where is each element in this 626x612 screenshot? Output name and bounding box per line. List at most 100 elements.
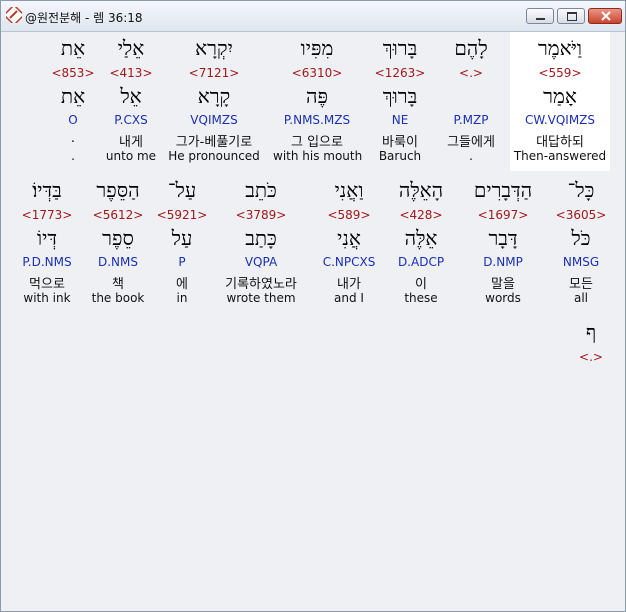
word-cell[interactable]: בָּרוּךְ <1263> בָּרוּךְ NE 바룩이 Baruch (365, 32, 435, 171)
strong-number[interactable]: <.> (436, 66, 506, 80)
parsing-code: NE (391, 113, 409, 127)
strong-number[interactable]: <1697> (461, 208, 545, 222)
english-gloss: all (573, 291, 589, 305)
hebrew-word: הַסֵּפֶר (96, 178, 140, 202)
parsing-code: NMSG (562, 255, 600, 269)
hebrew-word: אֵת (60, 36, 86, 60)
parsing-code: P.CXS (114, 113, 148, 127)
strong-number[interactable]: <3789> (211, 208, 311, 222)
lemma: עַל (171, 226, 193, 250)
korean-gloss: 말을 (491, 277, 515, 292)
lemma: אֵל (120, 84, 142, 108)
strong-number[interactable]: <6310> (273, 66, 361, 80)
word-cell[interactable]: מִפִּיו <6310> פֶּה P.NMS.MZS 그 입으로 with… (273, 32, 363, 171)
word-cell[interactable]: אֵלַי <413> אֵל P.CXS 내게 unto me (103, 32, 159, 171)
word-cell[interactable]: ף <.> (573, 316, 609, 366)
english-gloss: He pronounced (168, 149, 260, 163)
word-cell[interactable]: עַל־ <5921> עַל P 에 in (155, 174, 209, 313)
word-cell[interactable]: אֵת <853> אֵת O . . (49, 32, 97, 171)
strong-number[interactable]: <559> (510, 66, 610, 80)
word-cell[interactable]: לָהֶם <.> P.MZP 그들에게 . (436, 32, 506, 171)
strong-number[interactable]: <7121> (165, 66, 263, 80)
lemma: כָּתַב (245, 226, 277, 250)
maximize-button[interactable] (557, 8, 585, 24)
parsing-code: P.NMS.MZS (283, 113, 351, 127)
hebrew-word: מִפִּיו (300, 36, 334, 60)
strong-number[interactable]: <3605> (551, 208, 611, 222)
english-gloss: words (485, 291, 521, 305)
korean-gloss: 내가 (337, 277, 361, 292)
word-cell[interactable]: הָאֵלֶּה <428> אֵלֶּה D.ADCP 이 these (389, 174, 453, 313)
lemma: פֶּה (306, 84, 328, 108)
parsing-code: D.NMP (483, 255, 523, 269)
lemma: סֵפֶר (102, 226, 134, 250)
parsing-code: P (178, 255, 186, 269)
lemma: קָרָא (197, 84, 231, 108)
lemma: דָּבָר (488, 226, 518, 250)
hebrew-word: יִקְרָא (195, 36, 233, 60)
strong-number[interactable]: <.> (573, 350, 609, 364)
korean-gloss: 바룩이 (382, 135, 418, 150)
strong-number[interactable]: <1263> (365, 66, 435, 80)
english-gloss: in (176, 291, 188, 305)
hebrew-word: וַיֹּאמֶר (537, 36, 583, 60)
korean-gloss: 대답하되 (536, 135, 584, 150)
strong-number[interactable]: <5612> (87, 208, 149, 222)
strong-number[interactable]: <853> (49, 66, 97, 80)
english-gloss: with his mouth (273, 149, 363, 163)
strong-number[interactable]: <428> (389, 208, 453, 222)
english-gloss: these (404, 291, 438, 305)
parsing-code: CW.VQIMZS (524, 113, 596, 127)
english-gloss: . (469, 149, 473, 163)
korean-gloss: 내게 (119, 135, 143, 150)
strong-number[interactable]: <5921> (155, 208, 209, 222)
korean-gloss: 기록하였노라 (225, 277, 297, 292)
korean-gloss: 먹으로 (29, 277, 65, 292)
window-title: @원전분해 - 렘 36:18 (25, 11, 143, 25)
parsing-code: C.NPCXS (322, 255, 376, 269)
hebrew-word: כָּל־ (567, 178, 595, 202)
word-cell[interactable]: וַיֹּאמֶר <559> אָמַר CW.VQIMZS 대답하되 The… (510, 32, 610, 171)
lemma: דְּיוֹ (37, 226, 57, 250)
lemma: אֵלֶּה (404, 226, 438, 250)
hebrew-word: וַאֲנִי (334, 178, 364, 202)
lemma: אֲנִי (337, 226, 361, 250)
word-cell[interactable]: כֹּתֵב <3789> כָּתַב VQPA 기록하였노라 wrote t… (211, 174, 311, 313)
word-cell[interactable]: הַסֵּפֶר <5612> סֵפֶר D.NMS 책 the book (87, 174, 149, 313)
english-gloss: wrote them (226, 291, 296, 305)
korean-gloss: 에 (176, 277, 188, 292)
english-gloss: unto me (105, 149, 157, 163)
korean-gloss: 그 입으로 (291, 135, 343, 150)
english-gloss: and I (334, 291, 364, 305)
korean-gloss: 그가-베풀기로 (175, 135, 253, 150)
lemma: כֹּל (571, 226, 591, 250)
hebrew-word: בַּדְּיוֹ׃ (32, 178, 62, 202)
title-bar[interactable]: @원전분해 - 렘 36:18 (1, 1, 625, 32)
parsing-code: VQIMZS (190, 113, 238, 127)
hebrew-word: ף (585, 320, 597, 344)
hebrew-word: כֹּתֵב (245, 178, 277, 202)
english-gloss: . (71, 149, 75, 163)
word-cell[interactable]: יִקְרָא <7121> קָרָא VQIMZS 그가-베풀기로 He p… (165, 32, 263, 171)
lemma: אֵת (60, 84, 86, 108)
app-icon (6, 7, 22, 23)
close-icon (601, 11, 611, 21)
app-window: @원전분해 - 렘 36:18 וַיֹּאמֶר <559> אָמַר CW… (0, 0, 626, 612)
english-gloss: Then-answered (513, 149, 607, 163)
word-cell[interactable]: כָּל־ <3605> כֹּל NMSG 모든 all (551, 174, 611, 313)
parsing-code: P.D.NMS (22, 255, 72, 269)
strong-number[interactable]: <589> (315, 208, 383, 222)
hebrew-word: בָּרוּךְ (382, 36, 418, 60)
close-button[interactable] (588, 8, 622, 24)
parsing-code: P.MZP (453, 113, 489, 127)
word-cell[interactable]: וַאֲנִי <589> אֲנִי C.NPCXS 내가 and I (315, 174, 383, 313)
word-cell[interactable]: בַּדְּיוֹ׃ <1773> דְּיוֹ P.D.NMS 먹으로 wit… (13, 174, 81, 313)
word-cell[interactable]: הַדְּבָרִים <1697> דָּבָר D.NMP 말을 words (461, 174, 545, 313)
parsing-code: O (68, 113, 78, 127)
korean-gloss: 책 (112, 277, 124, 292)
hebrew-word: הָאֵלֶּה (398, 178, 444, 202)
strong-number[interactable]: <413> (103, 66, 159, 80)
english-gloss: with ink (23, 291, 71, 305)
minimize-button[interactable] (526, 8, 554, 24)
strong-number[interactable]: <1773> (13, 208, 81, 222)
